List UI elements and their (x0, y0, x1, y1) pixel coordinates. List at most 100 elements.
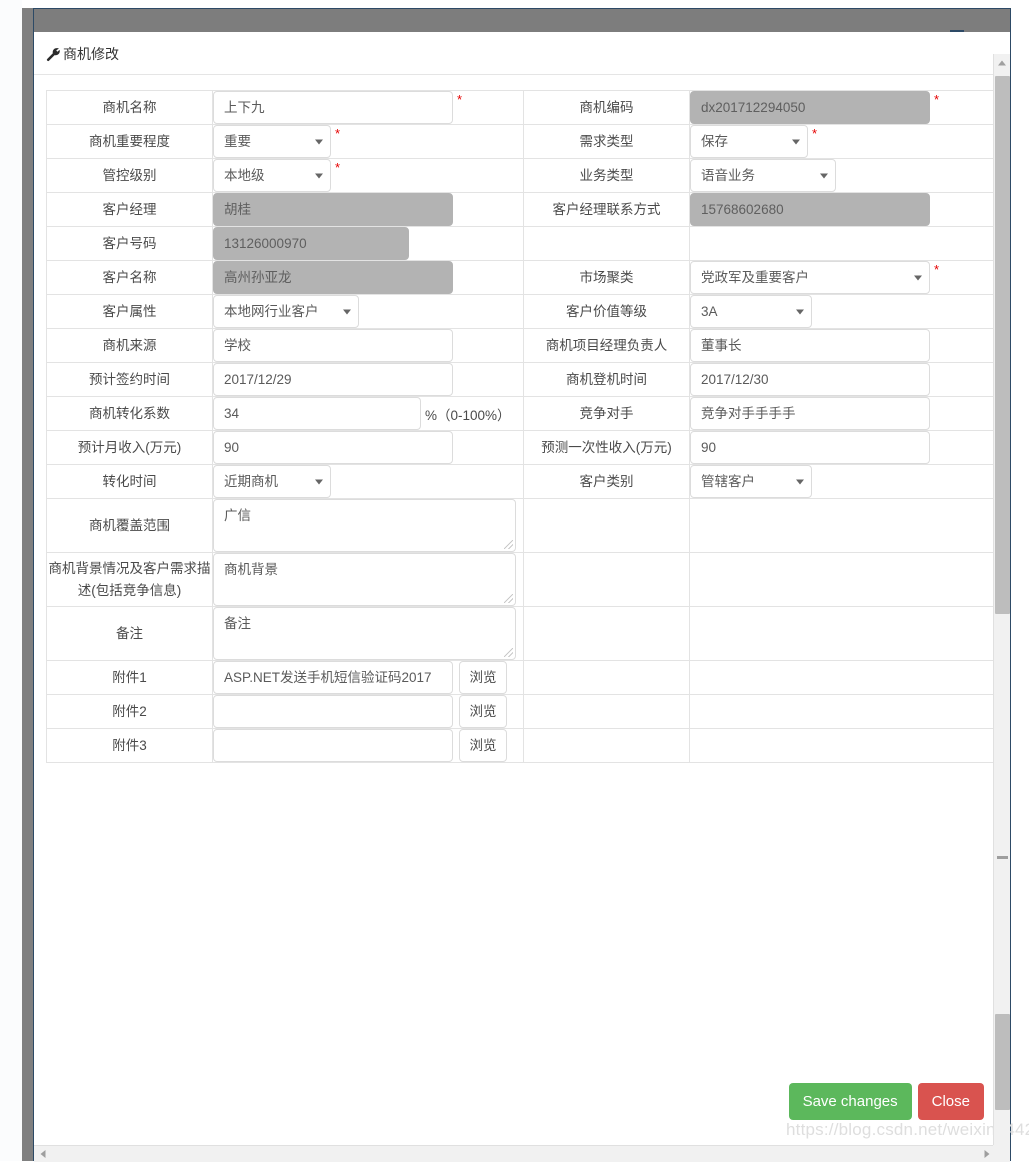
browse-button[interactable]: 浏览 (459, 695, 507, 728)
right-text-input[interactable]: 15768602680 (690, 193, 930, 226)
left-select[interactable]: 近期商机 (213, 465, 331, 498)
field-cell: 2017/12/29 (212, 362, 524, 397)
field-label: 商机背景情况及客户需求描述(包括竞争信息) (46, 552, 213, 607)
left-select[interactable]: 本地级 (213, 159, 331, 192)
select-value: 党政军及重要客户 (701, 270, 809, 285)
close-button[interactable]: Close (917, 1083, 984, 1120)
required-asterisk: * (812, 126, 818, 141)
modal-body: 商机修改 商机名称 上下九* 商机编码 dx201712294050* 商机重要程度 重要… (34, 32, 1029, 1162)
left-text-input[interactable]: 34 (213, 397, 421, 430)
field-label: 市场聚类 (523, 260, 690, 295)
form-row-textarea: 备注 备注 (46, 606, 1001, 661)
browse-button[interactable]: 浏览 (459, 661, 507, 694)
form-row: 转化时间 近期商机 客户类别 管辖客户 (46, 464, 1001, 499)
field-cell: 董事长 (689, 328, 1001, 363)
field-label: 客户属性 (46, 294, 213, 329)
page-left-dark-band (22, 8, 33, 1161)
field-label: 商机名称 (46, 90, 213, 125)
field-cell: 15768602680 (689, 192, 1001, 227)
field-cell: 3A (689, 294, 1001, 329)
select-value: 语音业务 (701, 168, 755, 183)
field-label: 商机来源 (46, 328, 213, 363)
modal-vertical-scrollbar[interactable] (993, 54, 1010, 1162)
field-label: 业务类型 (523, 158, 690, 193)
left-text-input[interactable]: 13126000970 (213, 227, 409, 260)
scroll-up-arrow[interactable] (994, 54, 1010, 71)
field-label: 竞争对手 (523, 396, 690, 431)
right-text-input[interactable]: 竞争对手手手手 (690, 397, 930, 430)
left-text-input[interactable]: 上下九 (213, 91, 453, 124)
field-label: 商机登机时间 (523, 362, 690, 397)
browse-button[interactable]: 浏览 (459, 729, 507, 762)
spacer-cell (523, 606, 690, 661)
required-asterisk: * (934, 262, 940, 277)
field-label: 附件3 (46, 728, 213, 763)
right-text-input[interactable]: 2017/12/30 (690, 363, 930, 396)
chevron-down-icon (796, 309, 804, 314)
field-cell: 2017/12/30 (689, 362, 1001, 397)
textarea-input[interactable]: 备注 (213, 607, 516, 660)
select-value: 保存 (701, 134, 728, 149)
left-select[interactable]: 本地网行业客户 (213, 295, 359, 328)
form-row: 商机重要程度 重要 * 需求类型 保存 * (46, 124, 1001, 159)
chevron-down-icon (315, 479, 323, 484)
right-select[interactable]: 党政军及重要客户 (690, 261, 930, 294)
form-row-attachment: 附件1 ASP.NET发送手机短信验证码2017 浏览 (46, 660, 1001, 695)
spacer-cell (689, 606, 1001, 661)
field-cell: 高州孙亚龙 (212, 260, 524, 295)
form-row: 商机名称 上下九 * 商机编码 dx201712294050 * (46, 90, 1001, 125)
vertical-scrollbar-tick (997, 856, 1008, 859)
right-text-input[interactable]: 90 (690, 431, 930, 464)
form-row: 客户名称 高州孙亚龙 市场聚类 党政军及重要客户 * (46, 260, 1001, 295)
modal-horizontal-scrollbar[interactable] (34, 1145, 995, 1162)
attachment-filename-input[interactable] (213, 729, 453, 762)
left-select[interactable]: 重要 (213, 125, 331, 158)
select-value: 重要 (224, 134, 251, 149)
chevron-down-icon (792, 139, 800, 144)
textarea-value: 备注 (224, 616, 251, 631)
scroll-left-arrow[interactable] (34, 1146, 51, 1162)
field-cell: 备注 (212, 606, 524, 661)
form-row: 预计签约时间 2017/12/29 商机登机时间 2017/12/30 (46, 362, 1001, 397)
form-row: 客户号码 13126000970 (46, 226, 1001, 261)
left-text-input[interactable]: 高州孙亚龙 (213, 261, 453, 294)
select-value: 本地网行业客户 (224, 304, 319, 319)
resize-grip-icon[interactable] (504, 648, 513, 657)
page-left-gutter (0, 0, 22, 1161)
field-cell: 保存 * (689, 124, 1001, 159)
attachment-filename-input[interactable] (213, 695, 453, 728)
left-text-input[interactable]: 学校 (213, 329, 453, 362)
required-asterisk: * (335, 160, 341, 175)
resize-grip-icon[interactable] (504, 540, 513, 549)
vertical-scrollbar-thumb[interactable] (995, 76, 1010, 614)
field-cell: 34 %（0-100%） (212, 396, 524, 431)
spacer-cell (689, 728, 1001, 763)
vertical-scrollbar-thumb-secondary[interactable] (995, 1014, 1010, 1110)
field-label: 需求类型 (523, 124, 690, 159)
save-changes-button[interactable]: Save changes (788, 1083, 912, 1120)
right-select[interactable]: 语音业务 (690, 159, 836, 192)
textarea-input[interactable]: 广信 (213, 499, 516, 552)
chevron-down-icon (914, 275, 922, 280)
form-row-textarea: 商机覆盖范围 广信 (46, 498, 1001, 553)
left-text-input[interactable]: 2017/12/29 (213, 363, 453, 396)
resize-grip-icon[interactable] (504, 594, 513, 603)
right-select[interactable]: 管辖客户 (690, 465, 812, 498)
field-cell: 本地级 * (212, 158, 524, 193)
left-text-input[interactable]: 胡桂 (213, 193, 453, 226)
required-asterisk: * (457, 92, 463, 107)
right-text-input[interactable]: dx201712294050 (690, 91, 930, 124)
attachment-filename-input[interactable]: ASP.NET发送手机短信验证码2017 (213, 661, 453, 694)
field-cell: 语音业务 (689, 158, 1001, 193)
textarea-input[interactable]: 商机背景 (213, 553, 516, 606)
field-label: 管控级别 (46, 158, 213, 193)
right-select[interactable]: 保存 (690, 125, 808, 158)
left-text-input[interactable]: 90 (213, 431, 453, 464)
right-text-input[interactable]: 董事长 (690, 329, 930, 362)
field-label: 预测一次性收入(万元) (523, 430, 690, 465)
spacer-cell (689, 498, 1001, 553)
field-label: 客户经理联系方式 (523, 192, 690, 227)
right-select[interactable]: 3A (690, 295, 812, 328)
form-container: 商机名称 上下九 * 商机编码 dx201712294050 * 商机重要程度 重要 * 需求类型… (34, 75, 1010, 763)
required-asterisk: * (335, 126, 341, 141)
